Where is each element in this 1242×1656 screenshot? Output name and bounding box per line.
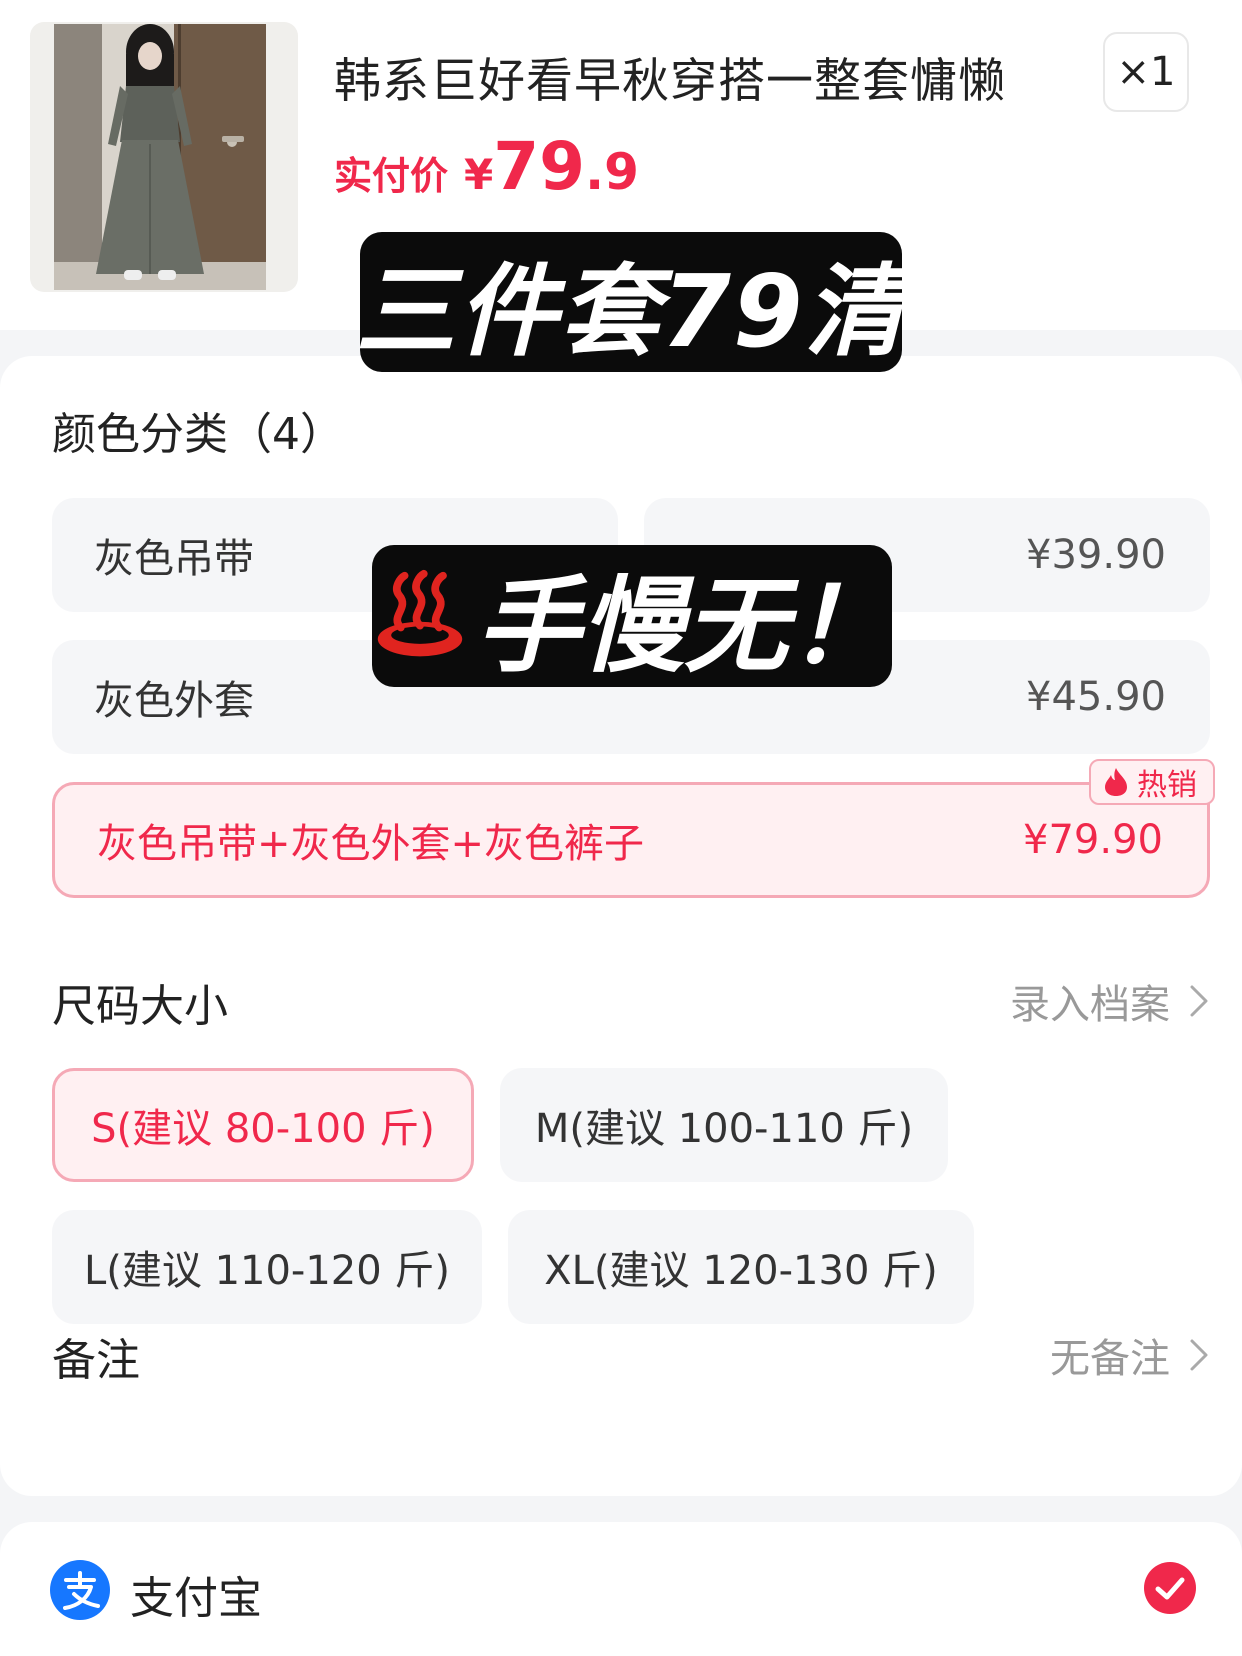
color-option-price: ¥79.90	[1023, 817, 1163, 863]
remark-field[interactable]: 无备注	[1050, 1326, 1210, 1384]
color-option-name: 灰色外套	[94, 678, 254, 724]
payment-method-row[interactable]: 支付宝	[0, 1522, 1242, 1656]
chevron-right-icon	[1190, 985, 1208, 1017]
color-option-price: ¥45.90	[1026, 674, 1166, 720]
alipay-logo-icon	[50, 1560, 110, 1620]
color-section-title: 颜色分类（4）	[52, 409, 344, 460]
price-currency: ¥	[464, 150, 494, 199]
color-option-selected[interactable]: 灰色吊带+灰色外套+灰色裤子 ¥79.90 热销	[52, 759, 1215, 898]
size-section-title: 尺码大小	[52, 981, 228, 1032]
color-option-price: ¥39.90	[1026, 532, 1166, 578]
paid-price: 实付价 ¥ 79 .9	[334, 128, 639, 205]
quantity-stepper[interactable]: ×1	[1103, 32, 1189, 112]
check-circle-icon[interactable]	[1144, 1562, 1196, 1614]
hot-sale-badge-text: 热销	[1137, 768, 1197, 803]
product-photo	[54, 24, 266, 290]
hot-sale-badge: 热销	[1089, 759, 1215, 805]
record-profile-link[interactable]: 录入档案	[1010, 972, 1210, 1030]
size-option-xl[interactable]: XL(建议 120-130 斤)	[508, 1210, 974, 1324]
sku-selection-panel: 颜色分类（4） 灰色吊带 ¥39.90 灰色外套 ¥45.90 灰色吊带+灰色外…	[0, 356, 1242, 1496]
payment-method-label: 支付宝	[130, 1573, 262, 1624]
promo-sticker-middle: 手慢无！	[372, 545, 892, 687]
price-decimal: .9	[585, 143, 639, 201]
paid-price-label: 实付价	[334, 154, 449, 198]
size-option-l[interactable]: L(建议 110-120 斤)	[52, 1210, 482, 1324]
flame-icon	[1105, 768, 1127, 796]
chevron-right-icon	[1190, 1339, 1208, 1371]
hot-spring-icon	[377, 569, 463, 657]
size-option-s[interactable]: S(建议 80-100 斤)	[52, 1068, 474, 1182]
record-profile-label: 录入档案	[1010, 982, 1170, 1028]
color-option-name: 灰色吊带	[94, 536, 254, 582]
product-thumbnail[interactable]	[30, 22, 298, 292]
price-integer: 79	[493, 128, 586, 205]
remark-value: 无备注	[1050, 1336, 1170, 1382]
promo-sticker-middle-text: 手慢无！	[475, 564, 892, 687]
color-option-name: 灰色吊带+灰色外套+灰色裤子	[97, 821, 645, 867]
promo-sticker-top: 三件套79清	[355, 232, 905, 372]
size-option-m[interactable]: M(建议 100-110 斤)	[500, 1068, 948, 1182]
product-title: 韩系巨好看早秋穿搭一整套慵懒	[334, 54, 1006, 109]
remark-title: 备注	[52, 1335, 140, 1386]
